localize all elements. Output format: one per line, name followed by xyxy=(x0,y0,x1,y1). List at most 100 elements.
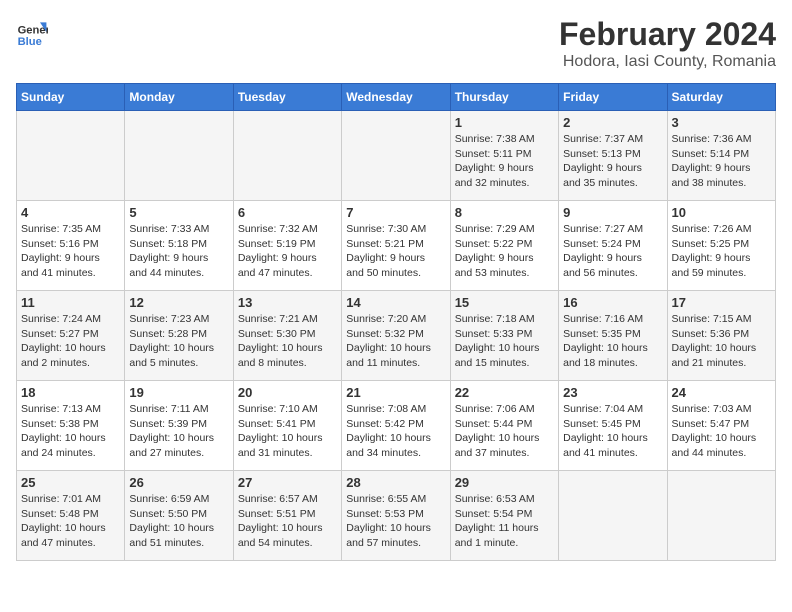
calendar-cell: 7 Sunrise: 7:30 AM Sunset: 5:21 PM Daylig… xyxy=(342,201,450,291)
calendar-cell: 28 Sunrise: 6:55 AM Sunset: 5:53 PM Dayli… xyxy=(342,471,450,561)
logo: General Blue xyxy=(16,16,48,48)
page-header: General Blue February 2024 Hodora, Iasi … xyxy=(16,16,776,71)
day-number: 17 xyxy=(672,295,771,310)
calendar-cell: 6 Sunrise: 7:32 AM Sunset: 5:19 PM Daylig… xyxy=(233,201,341,291)
day-number: 22 xyxy=(455,385,554,400)
day-number: 1 xyxy=(455,115,554,130)
main-title: February 2024 xyxy=(559,16,776,53)
calendar-cell xyxy=(125,111,233,201)
day-info: Sunrise: 7:32 AM Sunset: 5:19 PM Dayligh… xyxy=(238,222,337,281)
day-info: Sunrise: 7:18 AM Sunset: 5:33 PM Dayligh… xyxy=(455,312,554,371)
calendar-cell: 22 Sunrise: 7:06 AM Sunset: 5:44 PM Dayli… xyxy=(450,381,558,471)
calendar-cell: 1Sunrise: 7:38 AM Sunset: 5:11 PM Daylig… xyxy=(450,111,558,201)
calendar-week-1: 1Sunrise: 7:38 AM Sunset: 5:11 PM Daylig… xyxy=(17,111,776,201)
day-number: 5 xyxy=(129,205,228,220)
calendar-cell xyxy=(17,111,125,201)
day-number: 6 xyxy=(238,205,337,220)
day-info: Sunrise: 7:04 AM Sunset: 5:45 PM Dayligh… xyxy=(563,402,662,461)
calendar-cell: 11 Sunrise: 7:24 AM Sunset: 5:27 PM Dayli… xyxy=(17,291,125,381)
day-info: Sunrise: 7:29 AM Sunset: 5:22 PM Dayligh… xyxy=(455,222,554,281)
day-info: Sunrise: 7:30 AM Sunset: 5:21 PM Dayligh… xyxy=(346,222,445,281)
day-info: Sunrise: 7:20 AM Sunset: 5:32 PM Dayligh… xyxy=(346,312,445,371)
calendar-header-row: SundayMondayTuesdayWednesdayThursdayFrid… xyxy=(17,84,776,111)
day-number: 13 xyxy=(238,295,337,310)
day-info: Sunrise: 7:27 AM Sunset: 5:24 PM Dayligh… xyxy=(563,222,662,281)
calendar-cell xyxy=(667,471,775,561)
column-header-thursday: Thursday xyxy=(450,84,558,111)
day-number: 10 xyxy=(672,205,771,220)
calendar-cell xyxy=(233,111,341,201)
calendar-cell: 8 Sunrise: 7:29 AM Sunset: 5:22 PM Daylig… xyxy=(450,201,558,291)
calendar-cell: 16Sunrise: 7:16 AM Sunset: 5:35 PM Dayli… xyxy=(559,291,667,381)
column-header-saturday: Saturday xyxy=(667,84,775,111)
day-info: Sunrise: 7:21 AM Sunset: 5:30 PM Dayligh… xyxy=(238,312,337,371)
day-info: Sunrise: 7:23 AM Sunset: 5:28 PM Dayligh… xyxy=(129,312,228,371)
calendar-cell xyxy=(342,111,450,201)
day-number: 27 xyxy=(238,475,337,490)
day-number: 15 xyxy=(455,295,554,310)
calendar-cell: 14 Sunrise: 7:20 AM Sunset: 5:32 PM Dayli… xyxy=(342,291,450,381)
day-info: Sunrise: 7:36 AM Sunset: 5:14 PM Dayligh… xyxy=(672,132,771,191)
day-info: Sunrise: 6:55 AM Sunset: 5:53 PM Dayligh… xyxy=(346,492,445,551)
column-header-monday: Monday xyxy=(125,84,233,111)
day-info: Sunrise: 7:37 AM Sunset: 5:13 PM Dayligh… xyxy=(563,132,662,191)
day-info: Sunrise: 7:35 AM Sunset: 5:16 PM Dayligh… xyxy=(21,222,120,281)
day-number: 4 xyxy=(21,205,120,220)
day-info: Sunrise: 7:33 AM Sunset: 5:18 PM Dayligh… xyxy=(129,222,228,281)
calendar-cell: 13 Sunrise: 7:21 AM Sunset: 5:30 PM Dayli… xyxy=(233,291,341,381)
day-info: Sunrise: 7:10 AM Sunset: 5:41 PM Dayligh… xyxy=(238,402,337,461)
day-number: 23 xyxy=(563,385,662,400)
day-info: Sunrise: 6:59 AM Sunset: 5:50 PM Dayligh… xyxy=(129,492,228,551)
day-number: 21 xyxy=(346,385,445,400)
calendar-week-2: 4 Sunrise: 7:35 AM Sunset: 5:16 PM Daylig… xyxy=(17,201,776,291)
day-number: 26 xyxy=(129,475,228,490)
column-header-tuesday: Tuesday xyxy=(233,84,341,111)
day-info: Sunrise: 7:08 AM Sunset: 5:42 PM Dayligh… xyxy=(346,402,445,461)
day-number: 28 xyxy=(346,475,445,490)
day-number: 25 xyxy=(21,475,120,490)
calendar-cell: 23 Sunrise: 7:04 AM Sunset: 5:45 PM Dayli… xyxy=(559,381,667,471)
calendar-cell: 19 Sunrise: 7:11 AM Sunset: 5:39 PM Dayli… xyxy=(125,381,233,471)
column-header-sunday: Sunday xyxy=(17,84,125,111)
calendar-cell: 21 Sunrise: 7:08 AM Sunset: 5:42 PM Dayli… xyxy=(342,381,450,471)
day-info: Sunrise: 7:13 AM Sunset: 5:38 PM Dayligh… xyxy=(21,402,120,461)
day-info: Sunrise: 7:01 AM Sunset: 5:48 PM Dayligh… xyxy=(21,492,120,551)
calendar-cell: 3 Sunrise: 7:36 AM Sunset: 5:14 PM Daylig… xyxy=(667,111,775,201)
calendar-cell: 24 Sunrise: 7:03 AM Sunset: 5:47 PM Dayli… xyxy=(667,381,775,471)
day-info: Sunrise: 7:11 AM Sunset: 5:39 PM Dayligh… xyxy=(129,402,228,461)
day-number: 19 xyxy=(129,385,228,400)
day-info: Sunrise: 7:03 AM Sunset: 5:47 PM Dayligh… xyxy=(672,402,771,461)
calendar-cell: 18Sunrise: 7:13 AM Sunset: 5:38 PM Dayli… xyxy=(17,381,125,471)
calendar-cell: 29Sunrise: 6:53 AM Sunset: 5:54 PM Dayli… xyxy=(450,471,558,561)
calendar-cell: 4 Sunrise: 7:35 AM Sunset: 5:16 PM Daylig… xyxy=(17,201,125,291)
calendar-cell: 17 Sunrise: 7:15 AM Sunset: 5:36 PM Dayli… xyxy=(667,291,775,381)
calendar-week-4: 18Sunrise: 7:13 AM Sunset: 5:38 PM Dayli… xyxy=(17,381,776,471)
day-number: 24 xyxy=(672,385,771,400)
day-info: Sunrise: 6:53 AM Sunset: 5:54 PM Dayligh… xyxy=(455,492,554,551)
calendar-cell xyxy=(559,471,667,561)
column-header-friday: Friday xyxy=(559,84,667,111)
day-info: Sunrise: 7:26 AM Sunset: 5:25 PM Dayligh… xyxy=(672,222,771,281)
calendar-cell: 25 Sunrise: 7:01 AM Sunset: 5:48 PM Dayli… xyxy=(17,471,125,561)
day-info: Sunrise: 7:24 AM Sunset: 5:27 PM Dayligh… xyxy=(21,312,120,371)
day-number: 20 xyxy=(238,385,337,400)
title-section: February 2024 Hodora, Iasi County, Roman… xyxy=(559,16,776,71)
calendar-cell: 26 Sunrise: 6:59 AM Sunset: 5:50 PM Dayli… xyxy=(125,471,233,561)
day-info: Sunrise: 7:06 AM Sunset: 5:44 PM Dayligh… xyxy=(455,402,554,461)
day-number: 14 xyxy=(346,295,445,310)
calendar-week-5: 25 Sunrise: 7:01 AM Sunset: 5:48 PM Dayli… xyxy=(17,471,776,561)
day-info: Sunrise: 7:15 AM Sunset: 5:36 PM Dayligh… xyxy=(672,312,771,371)
day-number: 3 xyxy=(672,115,771,130)
logo-icon: General Blue xyxy=(16,16,48,48)
day-number: 8 xyxy=(455,205,554,220)
day-number: 12 xyxy=(129,295,228,310)
day-number: 2 xyxy=(563,115,662,130)
day-number: 11 xyxy=(21,295,120,310)
day-number: 9 xyxy=(563,205,662,220)
calendar-cell: 9 Sunrise: 7:27 AM Sunset: 5:24 PM Daylig… xyxy=(559,201,667,291)
svg-text:Blue: Blue xyxy=(18,36,42,48)
calendar-cell: 15 Sunrise: 7:18 AM Sunset: 5:33 PM Dayli… xyxy=(450,291,558,381)
day-number: 7 xyxy=(346,205,445,220)
subtitle: Hodora, Iasi County, Romania xyxy=(559,53,776,71)
calendar-cell: 2 Sunrise: 7:37 AM Sunset: 5:13 PM Daylig… xyxy=(559,111,667,201)
